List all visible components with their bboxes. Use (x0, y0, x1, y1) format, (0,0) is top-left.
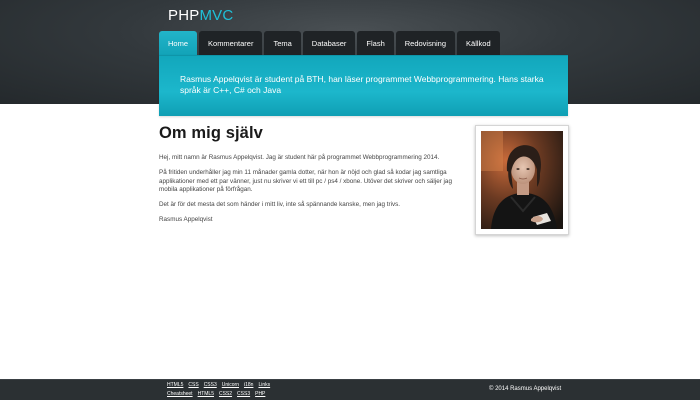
nav-item-kallkod[interactable]: Källkod (457, 31, 500, 55)
nav-item-home[interactable]: Home (159, 31, 198, 55)
footer-link-php[interactable]: PHP (255, 391, 265, 397)
page-title: Om mig själv (159, 124, 263, 142)
profile-photo (481, 131, 563, 229)
logo-text-php: PHP (168, 7, 200, 24)
nav-item-flash[interactable]: Flash (357, 31, 394, 55)
footer-link-links[interactable]: Links (258, 382, 270, 388)
main-navbar: Home Kommentarer Tema Databaser Flash Re… (159, 31, 500, 55)
logo-text-mvc: MVC (199, 7, 234, 24)
nav-item-tema[interactable]: Tema (264, 31, 301, 55)
footer-link-html5-cheatsheet[interactable]: HTML5 (198, 391, 214, 397)
footer-copyright: © 2014 Rasmus Appelqvist (489, 386, 562, 392)
nav-item-redovisning[interactable]: Redovisning (395, 31, 456, 55)
footer-link-css[interactable]: CSS (188, 382, 198, 388)
nav-item-kommentarer[interactable]: Kommentarer (199, 31, 263, 55)
nav-item-databaser[interactable]: Databaser (302, 31, 356, 55)
site-footer: HTML5 CSS CSS3 Unicorn i18n Links Cheats… (0, 379, 700, 400)
hero-banner: Rasmus Appelqvist är student på BTH, han… (159, 55, 568, 116)
site-logo[interactable]: PHPMVC (168, 7, 233, 24)
footer-link-html5[interactable]: HTML5 (167, 382, 183, 388)
footer-link-css3-cheatsheet[interactable]: CSS3 (237, 391, 250, 397)
main-content: Om mig själv Hej, mitt namn är Rasmus Ap… (159, 124, 464, 232)
profile-photo-frame (475, 125, 569, 235)
footer-link-css3[interactable]: CSS3 (204, 382, 217, 388)
footer-link-css2[interactable]: CSS2 (219, 391, 232, 397)
footer-link-cheatsheet[interactable]: Cheatsheet (167, 391, 193, 397)
footer-links-row-1: HTML5 CSS CSS3 Unicorn i18n Links (167, 382, 270, 388)
footer-link-i18n[interactable]: i18n (244, 382, 253, 388)
signature-text: Rasmus Appelqvist (159, 216, 213, 224)
hobby-paragraph: På fritiden underhåller jag min 11 månad… (159, 169, 452, 194)
life-paragraph: Det är för det mesta det som händer i mi… (159, 201, 401, 209)
footer-link-unicorn[interactable]: Unicorn (222, 382, 239, 388)
footer-links-row-2: Cheatsheet HTML5 CSS2 CSS3 PHP (167, 391, 265, 397)
hero-text: Rasmus Appelqvist är student på BTH, han… (180, 74, 544, 95)
intro-paragraph: Hej, mitt namn är Rasmus Appelqvist. Jag… (159, 154, 440, 161)
